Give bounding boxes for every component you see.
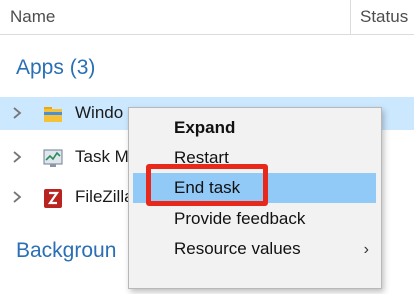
- chevron-right-icon[interactable]: [10, 105, 24, 121]
- menu-item-label: Resource values: [174, 239, 301, 258]
- column-divider[interactable]: [350, 0, 351, 34]
- highlight-annotation-box: [146, 164, 268, 206]
- background-group-title: Backgroun: [16, 239, 117, 262]
- menu-item-label: Expand: [174, 118, 236, 137]
- chevron-right-icon: ›: [363, 241, 369, 258]
- filezilla-icon: [44, 189, 62, 208]
- column-name-header[interactable]: Name: [10, 7, 55, 27]
- process-label: Windo: [75, 103, 124, 122]
- menu-item-resource-values[interactable]: Resource values ›: [129, 234, 381, 264]
- menu-item-next[interactable]: [129, 264, 381, 294]
- task-manager-icon: [43, 149, 63, 167]
- chevron-right-icon[interactable]: [10, 189, 24, 205]
- menu-item-provide-feedback[interactable]: Provide feedback: [129, 204, 381, 234]
- process-label: Task M: [75, 147, 129, 166]
- apps-group-title: Apps (3): [16, 56, 96, 79]
- menu-item-expand[interactable]: Expand: [129, 113, 381, 143]
- menu-item-label: Provide feedback: [174, 209, 306, 228]
- chevron-right-icon[interactable]: [10, 149, 24, 165]
- folder-icon: [44, 107, 62, 122]
- column-header: Name Status: [0, 0, 414, 35]
- process-label: FileZilla: [75, 187, 134, 206]
- column-status-header[interactable]: Status: [360, 7, 408, 27]
